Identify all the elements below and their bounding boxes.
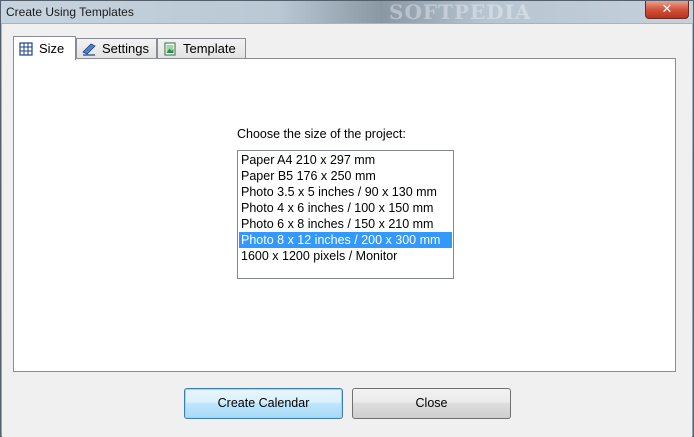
tab-template[interactable]: Template xyxy=(157,38,246,58)
size-prompt-label: Choose the size of the project: xyxy=(237,127,406,141)
dialog-window: Create Using Templates SOFTPEDIA ✕ Size xyxy=(0,0,694,437)
list-item[interactable]: Photo 4 x 6 inches / 100 x 150 mm xyxy=(239,200,452,216)
close-icon: ✕ xyxy=(661,1,673,16)
title-bar[interactable]: Create Using Templates SOFTPEDIA ✕ xyxy=(1,1,693,23)
tab-settings-label: Settings xyxy=(102,40,149,56)
list-item[interactable]: 1600 x 1200 pixels / Monitor xyxy=(239,248,452,264)
close-button[interactable]: Close xyxy=(352,388,511,419)
tab-size-label: Size xyxy=(39,40,65,56)
pen-icon xyxy=(82,43,96,56)
list-item-selected[interactable]: Photo 8 x 12 inches / 200 x 300 mm xyxy=(239,232,452,248)
softpedia-watermark: SOFTPEDIA xyxy=(389,0,532,24)
picture-icon xyxy=(164,42,176,55)
project-size-listbox[interactable]: Paper A4 210 x 297 mm Paper B5 176 x 250… xyxy=(237,150,454,279)
window-title: Create Using Templates xyxy=(6,5,134,19)
create-calendar-button[interactable]: Create Calendar xyxy=(184,388,343,419)
dialog-client-area: Size Settings Template Choose the size o… xyxy=(2,23,692,437)
tab-template-label: Template xyxy=(183,40,236,56)
grid-icon xyxy=(19,41,33,56)
list-item[interactable]: Photo 6 x 8 inches / 150 x 210 mm xyxy=(239,216,452,232)
list-item[interactable]: Paper B5 176 x 250 mm xyxy=(239,168,452,184)
list-item[interactable]: Paper A4 210 x 297 mm xyxy=(239,152,452,168)
tab-settings[interactable]: Settings xyxy=(76,38,157,58)
window-close-button[interactable]: ✕ xyxy=(645,1,689,19)
list-item[interactable]: Photo 3.5 x 5 inches / 90 x 130 mm xyxy=(239,184,452,200)
size-tab-panel: Choose the size of the project: Paper A4… xyxy=(13,58,676,372)
tab-size[interactable]: Size xyxy=(13,36,76,60)
